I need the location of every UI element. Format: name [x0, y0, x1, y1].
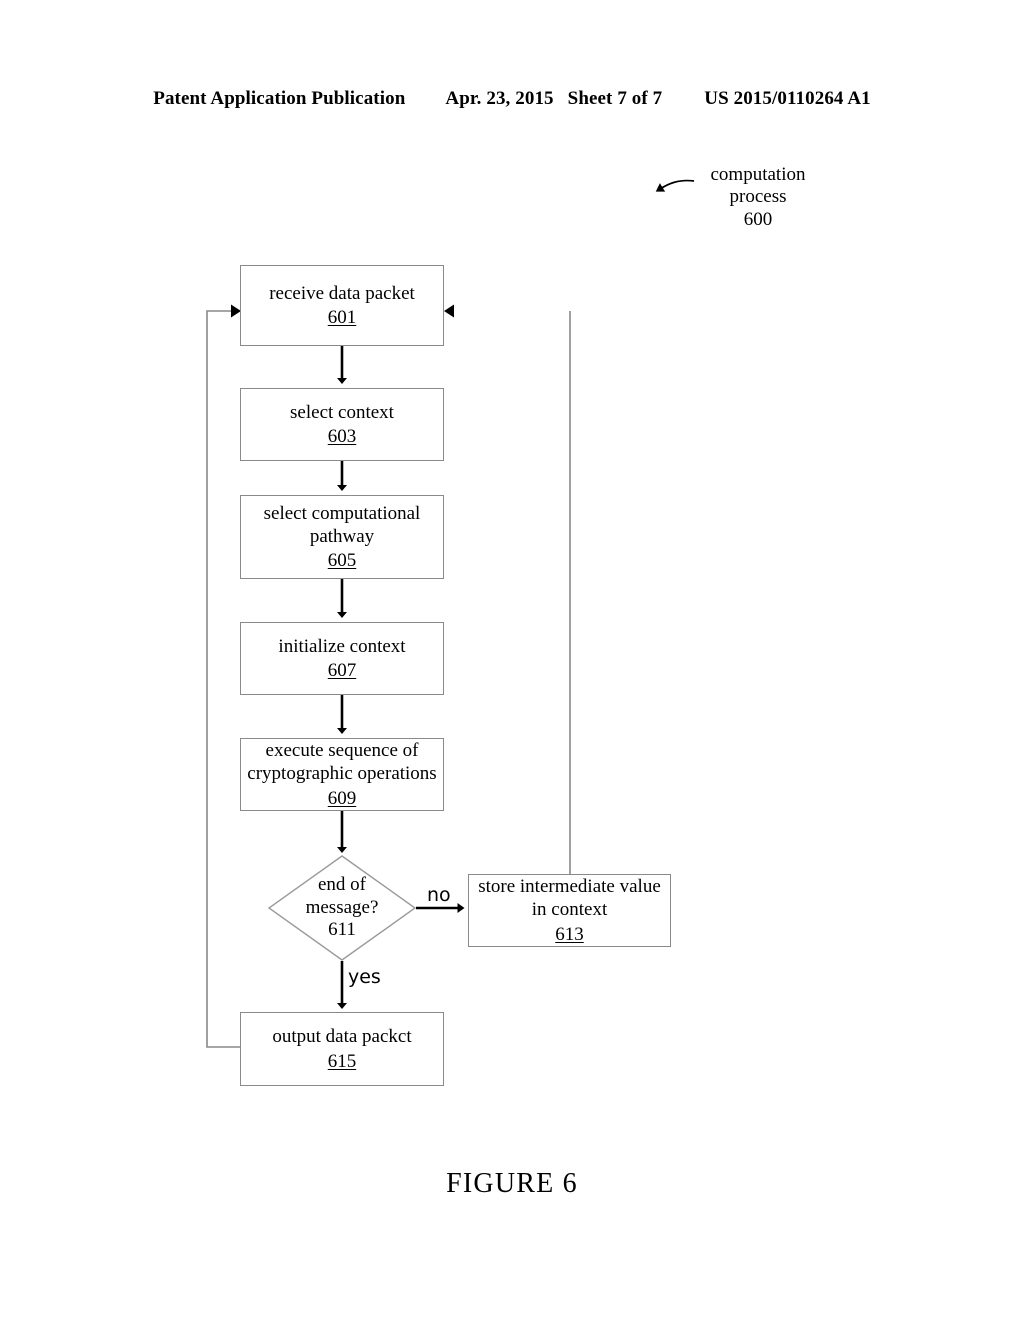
flow-node-label: initialize context [278, 635, 406, 657]
flow-node-label: store intermediate value [478, 876, 661, 898]
flow-node-label: cryptographic operations [247, 763, 437, 785]
flowchart-connectors [206, 179, 695, 1048]
callout-line-2: process [729, 186, 787, 208]
flow-node-reference: 615 [327, 1050, 357, 1072]
flow-node-initialize-context[interactable]: initialize context 607 [240, 622, 444, 695]
flow-node-reference: 609 [327, 787, 357, 809]
decision-diamond-text: end of message? 611 [268, 855, 416, 961]
flow-node-end-of-message-decision[interactable]: end of message? 611 [268, 855, 416, 961]
flow-node-label: receive data packet [269, 282, 415, 304]
edge-label-no: no [427, 884, 451, 906]
flow-node-reference: 601 [327, 307, 357, 328]
flow-node-receive-data-packet[interactable]: receive data packet 601 [240, 265, 444, 346]
flow-node-reference: 613 [555, 923, 584, 945]
callout-line-1: computation [710, 164, 806, 185]
flow-node-select-context[interactable]: select context 603 [240, 388, 444, 461]
edge-613-feedback-arrowhead [444, 304, 454, 318]
flow-node-label: in context [531, 899, 608, 921]
flow-node-reference: 607 [327, 660, 357, 681]
edge-label-yes: yes [348, 966, 381, 988]
flow-node-label: execute sequence of [265, 740, 419, 762]
figure-caption: FIGURE 6 [446, 1168, 578, 1199]
flow-node-select-computational-pathway[interactable]: select computational pathway 605 [240, 495, 444, 579]
flow-node-reference: 611 [328, 919, 356, 941]
flow-node-label: select computational [263, 502, 421, 524]
flow-node-reference: 605 [327, 550, 357, 572]
callout-reference: 600 [743, 208, 773, 230]
flow-node-label: end of [317, 873, 366, 895]
edge-615-feedback-to-601 [206, 310, 240, 1048]
flow-node-label: output data packct [272, 1026, 412, 1048]
flow-node-label: message? [305, 896, 379, 918]
flow-node-label: select context [290, 401, 394, 423]
flow-node-store-intermediate-value[interactable]: store intermediate value in context 613 [468, 874, 671, 947]
flow-node-execute-cryptographic-operations[interactable]: execute sequence of cryptographic operat… [240, 738, 444, 811]
flow-node-label: pathway [309, 525, 375, 547]
flow-node-output-data-packet[interactable]: output data packct 615 [240, 1012, 444, 1086]
flow-node-reference: 603 [327, 426, 357, 447]
callout-computation-process: computation process 600 [688, 164, 828, 231]
